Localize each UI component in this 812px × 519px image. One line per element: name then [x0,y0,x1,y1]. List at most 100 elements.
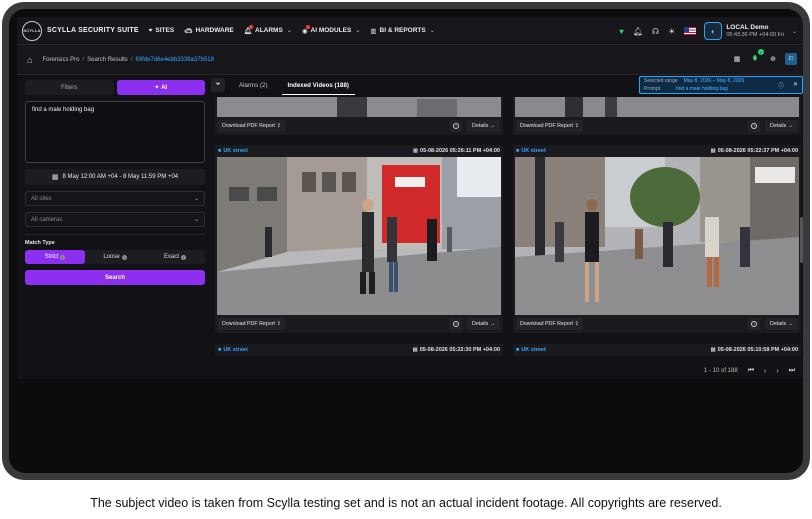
video-thumbnail[interactable] [217,97,501,117]
date-range-text: 8 May 12:00 AM +04 - 8 May 11:59 PM +04 [62,174,179,180]
street-scene-image [515,97,799,117]
nav-bi-reports-label: BI & REPORTS [379,27,426,34]
match-type-group: Strict i Loose i Exact i [25,250,205,264]
match-exact-label: Exact [163,254,179,260]
tab-indexed-videos[interactable]: Indexed Videos (188) [281,75,356,95]
close-icon[interactable]: ✕ [793,81,798,90]
tab-alarms[interactable]: Alarms (2) [239,75,268,95]
video-card: ■ UK street ▦ 05-08-2026 05:10:58 PM +04:0… [513,344,801,356]
pagination-range: 1 - 10 of 188 [703,368,738,374]
recording-time-text: 05-08-2026 05:22:30 PM +04:00 [419,347,500,353]
camera-name[interactable]: ■ UK street [218,347,248,353]
date-range-picker[interactable]: ▦ 8 May 12:00 AM +04 - 8 May 11:59 PM +0… [25,169,205,185]
user-menu[interactable]: ◐ LOCAL Demo 05:43:36 PM +04:00 Fri ⌄ [704,22,797,40]
share-icon: ⇪ [276,123,281,129]
nav-bi-reports[interactable]: ▥ BI & REPORTS ⌄ [370,27,434,35]
location-status-icon[interactable]: ⬮ ✓ [749,49,764,65]
breadcrumb-search-results[interactable]: Search Results [87,57,128,63]
download-pdf-label: Download PDF Report [222,123,275,129]
info-button[interactable]: i [450,120,463,132]
next-page-icon[interactable]: › [776,368,778,375]
chevron-down-icon: ⌄ [429,28,435,34]
home-icon[interactable]: ⌂ [27,55,32,65]
download-pdf-label: Download PDF Report [222,321,275,327]
video-card: ■ UK street ▦ 05-08-2026 05:22:37 PM +04:0… [513,145,801,333]
filters-tab[interactable]: Filters [25,80,114,95]
selected-range-value: May 8, 2026 – May 8, 2026 [683,78,745,84]
divider [25,234,205,235]
download-pdf-button[interactable]: Download PDF Report ⇪ [516,318,583,330]
download-pdf-button[interactable]: Download PDF Report ⇪ [516,120,583,132]
info-button[interactable]: i [748,318,761,330]
street-scene-image [515,157,799,315]
ai-tab[interactable]: ✦ AI [116,80,205,95]
info-icon: i [751,123,758,129]
recording-time-text: 05-08-2026 05:22:37 PM +04:00 [717,148,798,154]
filter-funnel-icon[interactable]: ⏷ [211,78,225,92]
match-exact-option[interactable]: Exact i [145,250,205,264]
results-scrollbar[interactable] [800,217,803,263]
nav-alarms[interactable]: 🔔︎ ALARMS ⌄ [244,24,292,35]
map-view-icon[interactable]: ⚐ [785,53,797,65]
details-button[interactable]: Details → [765,318,798,330]
download-pdf-button[interactable]: Download PDF Report ⇪ [218,318,285,330]
chevron-down-icon: ⌄ [286,28,292,34]
prev-page-icon[interactable]: ‹ [764,368,766,375]
video-thumbnail[interactable] [515,97,799,117]
sites-select[interactable]: All sites ⌄ [25,191,205,206]
us-flag-language-icon[interactable] [684,27,697,35]
health-heart-icon[interactable]: ♥ [619,27,624,36]
street-scene-image [217,157,501,315]
theme-sun-icon[interactable]: ☀ [668,27,675,36]
video-card: Download PDF Report ⇪ i Details → [513,97,801,135]
last-page-icon[interactable]: ⏭ [789,367,795,375]
nav-sites[interactable]: ⌖ SITES [149,27,174,35]
first-page-icon[interactable]: ⏮ [748,367,754,375]
info-button[interactable]: i [748,120,761,132]
camera-name[interactable]: ■ UK street [516,148,546,154]
tablet-bezel: SCYLLA SCYLLA SECURITY SUITE ⌖ SITES 🚗︎ … [9,9,803,473]
ai-prompt-input[interactable]: find a male holding bag [25,101,205,163]
prompt-label: Prompt [644,85,661,92]
results-area: ⏷ Alarms (2) Indexed Videos (188) Select… [207,75,803,379]
match-type-label: Match Type [25,240,55,246]
camera-name-text: UK street [521,148,546,154]
calendar-icon: ▦ [412,347,418,353]
match-loose-option[interactable]: Loose i [85,250,145,264]
camera-name[interactable]: ■ UK street [218,148,248,154]
video-thumbnail[interactable] [217,157,501,315]
filters-ai-toggle: Filters ✦ AI [25,80,205,95]
search-button[interactable]: Search [25,270,205,285]
view-controls: ▦ ⬮ ✓ ⊕ ⚐ [731,49,797,65]
cameras-select[interactable]: All cameras ⌄ [25,212,205,227]
recording-time: ▦ 05-08-2026 05:22:30 PM +04:00 [413,347,500,353]
chevron-down-icon: ⌄ [193,196,199,202]
nav-hardware[interactable]: 🚗︎ HARDWARE [184,27,234,35]
card-footer: Download PDF Report ⇪ i Details → [215,315,503,333]
details-button[interactable]: Details → [765,120,798,132]
search-panel: Filters ✦ AI find a male holding bag ▦ 8… [25,80,205,379]
breadcrumb-forensics-pro[interactable]: Forensics Pro [42,57,79,63]
calendar-icon: ▦ [412,148,419,154]
camera-name[interactable]: ■ UK street [516,347,546,353]
headset-support-icon[interactable]: ☊ [652,27,659,36]
info-icon[interactable]: ⓘ [778,81,784,90]
scylla-logo[interactable]: SCYLLA [22,20,42,41]
selected-range-box: Selected range May 8, 2026 – May 8, 2026 … [639,76,803,94]
footage-disclaimer: The subject video is taken from Scylla t… [90,496,722,510]
info-button[interactable]: i [450,318,463,330]
download-pdf-label: Download PDF Report [520,321,573,327]
details-button[interactable]: Details → [467,120,500,132]
camera-name-text: UK street [223,148,248,154]
notifications-bell-icon[interactable]: 🔔︎ [633,27,643,36]
nav-ai-modules[interactable]: ◉ AI MODULES ⌄ [302,24,360,35]
settings-globe-icon[interactable]: ⊕ [767,53,779,65]
details-button[interactable]: Details → [467,318,500,330]
info-icon: i [181,254,186,260]
download-pdf-button[interactable]: Download PDF Report ⇪ [218,120,285,132]
car-icon: 🚗︎ [184,27,193,35]
match-strict-option[interactable]: Strict i [25,250,85,264]
grid-view-icon[interactable]: ▦ [731,53,743,65]
info-icon: i [751,321,758,327]
video-thumbnail[interactable] [515,157,799,315]
